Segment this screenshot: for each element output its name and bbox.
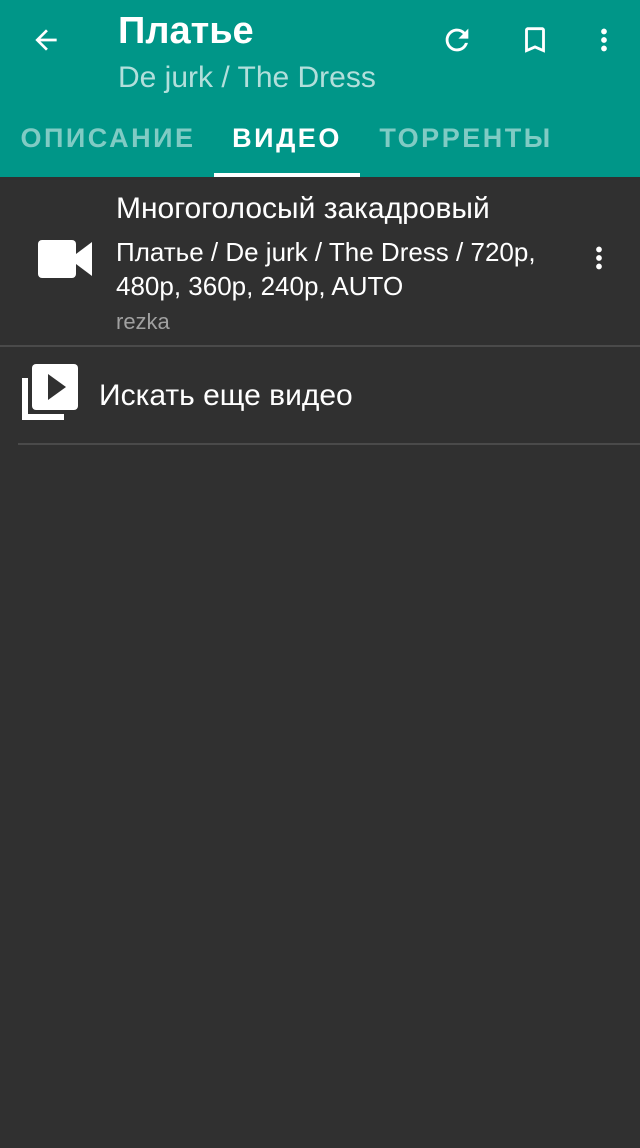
divider — [18, 443, 640, 445]
tab-description[interactable]: ОПИСАНИЕ — [10, 100, 206, 177]
bookmark-icon — [525, 27, 545, 53]
refresh-button[interactable] — [429, 14, 485, 66]
page-subtitle: De jurk / The Dress — [118, 61, 376, 94]
videocam-icon — [36, 238, 94, 285]
video-description: Платье / De jurk / The Dress / 720p, 480… — [116, 237, 536, 301]
bookmark-button[interactable] — [507, 14, 563, 66]
app-bar: Платье De jurk / The Dress ОПИСАНИЕ ВИДЕ… — [0, 0, 640, 177]
page-title: Платье — [118, 10, 254, 52]
tab-video[interactable]: ВИДЕО — [214, 100, 360, 177]
app-screen: Платье De jurk / The Dress ОПИСАНИЕ ВИДЕ… — [0, 0, 640, 1148]
video-source: rezka — [116, 309, 170, 334]
video-item-menu-button[interactable] — [578, 232, 620, 284]
refresh-icon — [445, 28, 469, 52]
title-block: Платье De jurk / The Dress — [118, 8, 418, 98]
search-more-label: Искать еще видео — [99, 379, 353, 412]
back-button[interactable] — [16, 14, 76, 66]
more-vert-icon — [601, 28, 607, 52]
video-voiceover-title: Многоголосый закадровый — [116, 192, 490, 225]
video-library-icon — [18, 362, 80, 429]
tab-bar: ОПИСАНИЕ ВИДЕО ТОРРЕНТЫ — [0, 100, 640, 177]
overflow-menu-button[interactable] — [576, 14, 632, 66]
more-vert-icon — [596, 246, 602, 270]
video-info: Многоголосый закадровый Платье / De jurk… — [116, 190, 576, 337]
tab-torrents[interactable]: ТОРРЕНТЫ — [370, 100, 562, 177]
arrow-back-icon — [35, 29, 57, 51]
